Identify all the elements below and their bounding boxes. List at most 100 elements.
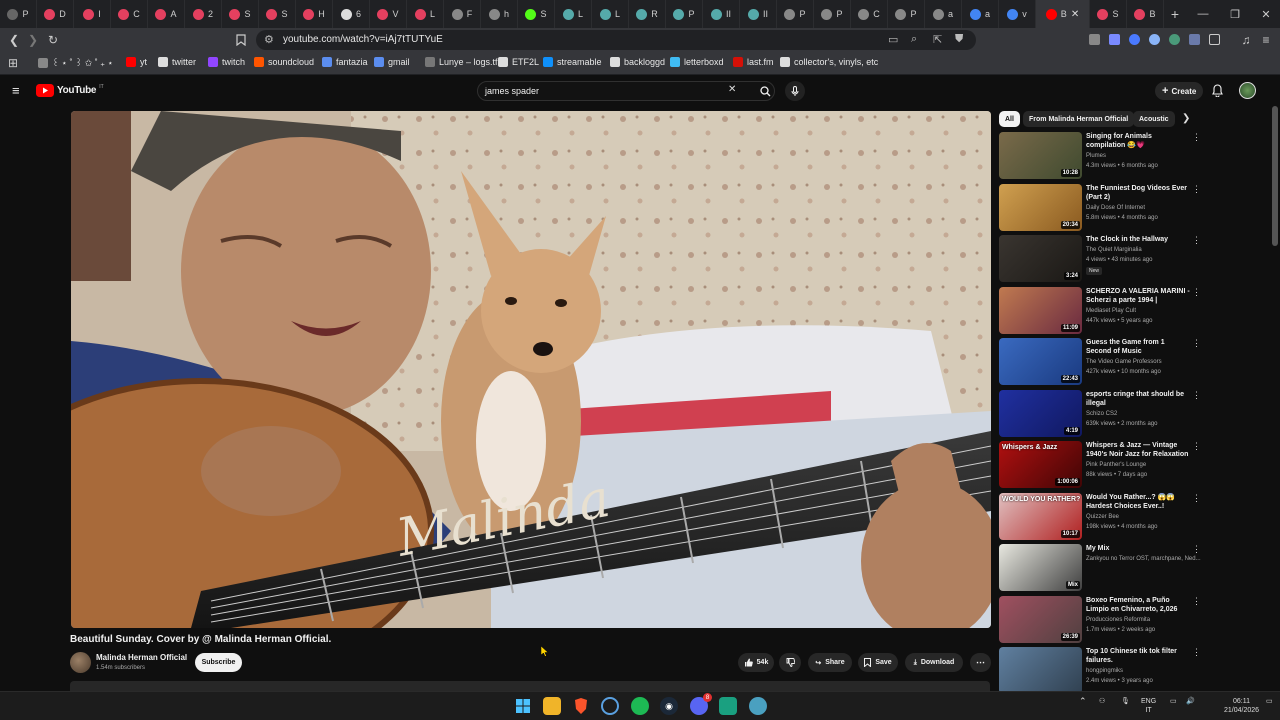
like-button[interactable]: 54k bbox=[738, 653, 774, 672]
menu-icon[interactable]: ≡ bbox=[1258, 32, 1274, 48]
recommendation-item[interactable]: Top 10 Chinese tik tok filter failures. h… bbox=[999, 647, 1204, 694]
user-avatar[interactable] bbox=[1239, 82, 1256, 99]
recommendation-title[interactable]: The Clock in the Hallway bbox=[1086, 235, 1191, 244]
recommendation-channel[interactable]: Quizzer Bee bbox=[1086, 514, 1119, 520]
recommendation-item[interactable]: WOULD YOU RATHER? 10:17 Would You Rather..… bbox=[999, 492, 1204, 540]
browser-tab[interactable]: C bbox=[851, 0, 888, 28]
notifications-icon[interactable]: ▭ bbox=[1266, 697, 1273, 706]
video-thumbnail[interactable]: 11:09 bbox=[999, 286, 1082, 334]
media-icon[interactable]: ♫ bbox=[1238, 32, 1254, 48]
more-options-icon[interactable]: ⋮ bbox=[1192, 390, 1201, 401]
browser-tab[interactable]: V bbox=[370, 0, 407, 28]
video-thumbnail[interactable]: 10:28 bbox=[999, 132, 1082, 179]
bookmark-item[interactable]: yt bbox=[126, 57, 147, 67]
browser-tab[interactable]: P bbox=[777, 0, 814, 28]
clock[interactable]: 06:11 21/04/2026 bbox=[1224, 697, 1259, 715]
address-bar[interactable]: ⚙ youtube.com/watch?v=iAj7tTUTYuE ▭ ⌕ ⇱ … bbox=[256, 30, 976, 50]
video-player[interactable]: Malinda bbox=[71, 111, 991, 628]
forward-icon[interactable]: ❯ bbox=[25, 32, 41, 48]
bookmark-item[interactable]: collector's, vinyls, etc bbox=[780, 57, 878, 67]
more-options-icon[interactable]: ⋮ bbox=[1192, 235, 1201, 246]
minimize-icon[interactable]: — bbox=[1187, 0, 1219, 28]
recommendation-channel[interactable]: Pink Panther's Lounge bbox=[1086, 462, 1146, 468]
video-thumbnail[interactable]: Mix bbox=[999, 544, 1082, 591]
extension-icon[interactable] bbox=[1169, 34, 1180, 45]
bookmark-item[interactable]: Lunye – logs.tf bbox=[425, 57, 498, 67]
url-text[interactable]: youtube.com/watch?v=iAj7tTUTYuE bbox=[283, 34, 443, 45]
recommendation-title[interactable]: Singing for Animals compilation 😂💗 bbox=[1086, 132, 1191, 150]
more-options-icon[interactable]: ⋮ bbox=[1192, 596, 1201, 607]
recommendation-title[interactable]: Would You Rather...? 😱😱 Hardest Choices … bbox=[1086, 493, 1191, 512]
bookmark-item[interactable]: twitter bbox=[158, 57, 196, 67]
app-icon[interactable] bbox=[601, 697, 619, 715]
share-button[interactable]: ↪ Share bbox=[808, 653, 852, 672]
close-tab-icon[interactable]: ✕ bbox=[1071, 9, 1079, 20]
channel-name[interactable]: Malinda Herman Official bbox=[96, 653, 187, 662]
browser-tab[interactable]: R bbox=[629, 0, 666, 28]
browser-tab[interactable]: 6 bbox=[333, 0, 370, 28]
save-button[interactable]: Save bbox=[858, 653, 898, 672]
extension-icon[interactable] bbox=[1089, 34, 1100, 45]
app-icon[interactable] bbox=[749, 697, 767, 715]
browser-tab[interactable]: L bbox=[592, 0, 629, 28]
search-box[interactable]: james spader ✕ bbox=[477, 81, 775, 101]
bookmark-item[interactable]: backloggd bbox=[610, 57, 665, 67]
discord-icon[interactable]: 8 bbox=[690, 693, 712, 715]
recommendation-item[interactable]: 26:39 Boxeo Femenino, a Puño Limpio en Ch… bbox=[999, 595, 1204, 643]
recommendation-item[interactable]: 4:19 esports cringe that should be illega… bbox=[999, 389, 1204, 437]
app-icon[interactable] bbox=[719, 697, 737, 715]
recommendation-title[interactable]: Boxeo Femenino, a Puño Limpio en Chivarr… bbox=[1086, 596, 1191, 614]
bookmark-item[interactable]: last.fm bbox=[733, 57, 774, 67]
tray-app-icon[interactable]: ⚇ bbox=[1099, 697, 1105, 706]
bookmark-item[interactable]: gmail bbox=[374, 57, 410, 67]
more-options-icon[interactable]: ⋮ bbox=[1192, 544, 1201, 555]
browser-tab[interactable]: H bbox=[296, 0, 333, 28]
create-button[interactable]: + Create bbox=[1155, 82, 1204, 100]
bookmark-item[interactable]: letterboxd bbox=[670, 57, 724, 67]
reload-icon[interactable]: ↻ bbox=[45, 32, 61, 48]
browser-tab[interactable]: P bbox=[666, 0, 703, 28]
recommendation-item[interactable]: Mix My Mix Zankyou no Terror OST, marchpan… bbox=[999, 544, 1204, 591]
new-tab-button[interactable]: + bbox=[1164, 6, 1186, 22]
browser-tab[interactable]: F bbox=[444, 0, 481, 28]
recommendation-item[interactable]: 11:09 SCHERZO A VALERIA MARINI - Scherzi … bbox=[999, 286, 1204, 334]
video-thumbnail[interactable]: 3:24 bbox=[999, 235, 1082, 282]
recommendation-item[interactable]: 22:43 Guess the Game from 1 Second of Mus… bbox=[999, 338, 1204, 385]
download-button[interactable]: ⤓ Download bbox=[905, 653, 963, 672]
bookmark-item[interactable]: ꒰ ⋆ ˚ ꒱ ✩ ˚ ₊ ⋆ bbox=[38, 57, 113, 69]
brave-browser-icon[interactable] bbox=[572, 697, 590, 715]
browser-tab[interactable]: P bbox=[814, 0, 851, 28]
bookmark-item[interactable]: fantazia bbox=[322, 57, 368, 67]
recommendation-channel[interactable]: Daily Dose Of Internet bbox=[1086, 205, 1145, 211]
browser-tab[interactable]: C bbox=[111, 0, 148, 28]
more-options-icon[interactable]: ⋮ bbox=[1192, 493, 1201, 504]
recommendation-channel[interactable]: Zankyou no Terror OST, marchpane, Ned... bbox=[1086, 556, 1201, 562]
cast-icon[interactable]: ▭ bbox=[888, 33, 898, 46]
browser-tab[interactable]: h bbox=[481, 0, 518, 28]
browser-tab[interactable]: A bbox=[148, 0, 185, 28]
hamburger-menu-icon[interactable]: ≡ bbox=[12, 83, 20, 98]
video-thumbnail[interactable] bbox=[999, 647, 1082, 694]
browser-tab[interactable]: II bbox=[740, 0, 777, 28]
more-actions-icon[interactable]: ⋯ bbox=[970, 653, 991, 672]
recommendation-channel[interactable]: Plumes bbox=[1086, 153, 1106, 159]
youtube-logo[interactable]: YouTube IT bbox=[36, 84, 104, 97]
video-thumbnail[interactable]: WOULD YOU RATHER? 10:17 bbox=[999, 492, 1082, 540]
browser-tab[interactable]: S bbox=[1090, 0, 1127, 28]
browser-tab[interactable]: S bbox=[518, 0, 555, 28]
recommendation-item[interactable]: 20:34 The Funniest Dog Videos Ever (Part … bbox=[999, 183, 1204, 231]
search-button[interactable] bbox=[751, 82, 779, 100]
recommendation-title[interactable]: My Mix bbox=[1086, 544, 1191, 553]
file-explorer-icon[interactable] bbox=[543, 697, 561, 715]
video-thumbnail[interactable]: 26:39 bbox=[999, 595, 1082, 643]
recommendation-title[interactable]: Whispers & Jazz — Vintage 1940's Noir Ja… bbox=[1086, 441, 1191, 459]
network-icon[interactable]: ▭ bbox=[1170, 697, 1177, 706]
channel-avatar[interactable] bbox=[70, 652, 91, 673]
voice-search-button[interactable] bbox=[785, 81, 805, 101]
bookmark-icon[interactable] bbox=[233, 32, 249, 48]
sidebar-icon[interactable] bbox=[1209, 34, 1220, 45]
browser-tab[interactable]: 2 bbox=[185, 0, 222, 28]
filter-chip[interactable]: From Malinda Herman Official bbox=[1023, 111, 1135, 127]
close-window-icon[interactable]: ✕ bbox=[1250, 0, 1280, 28]
windows-start-icon[interactable] bbox=[514, 697, 532, 715]
